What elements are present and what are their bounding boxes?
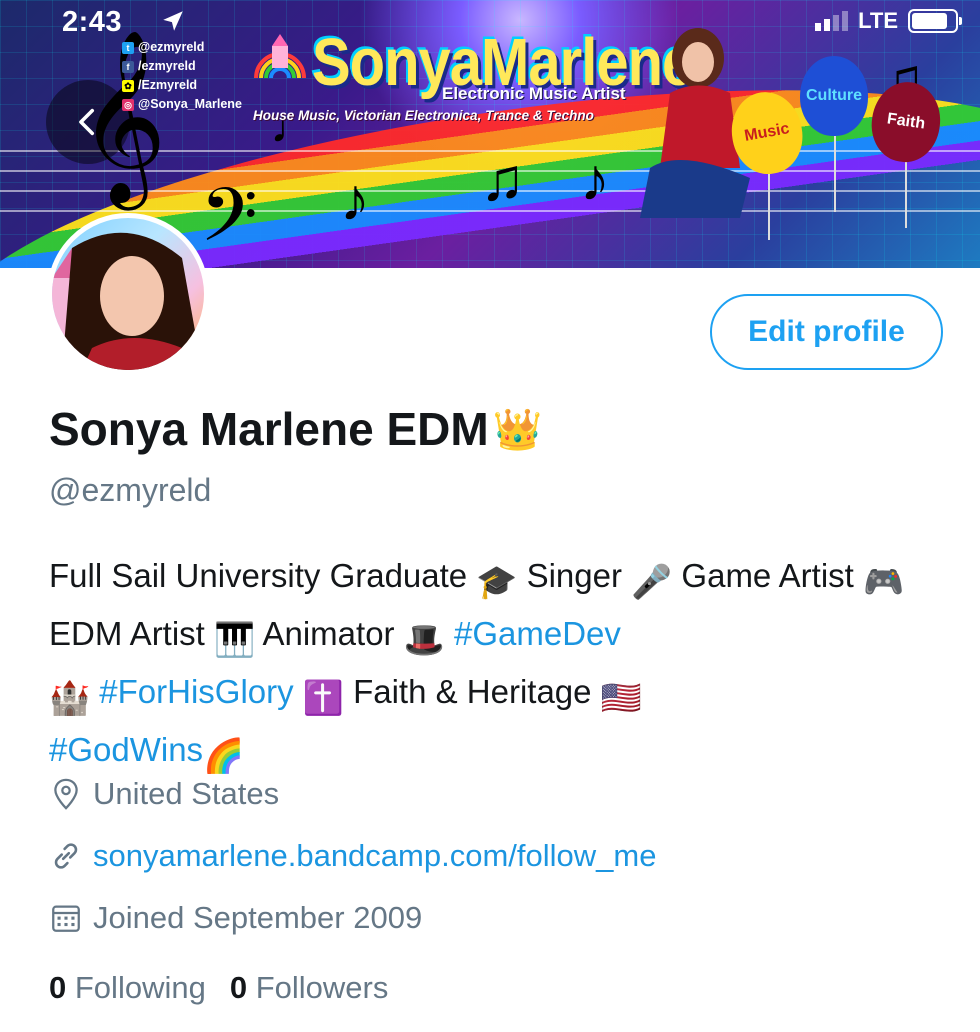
balloon-string <box>905 158 907 228</box>
snapchat-icon: ✿ <box>122 79 134 92</box>
bio-text: EDM Artist <box>49 615 205 652</box>
banner-genres: House Music, Victorian Electronica, Tran… <box>253 108 594 123</box>
banner-subtitle: Electronic Music Artist <box>442 84 626 103</box>
profile-bio: Full Sail University Graduate 🎓 Singer 🎤… <box>49 550 949 782</box>
website-link[interactable]: sonyamarlene.bandcamp.com/follow_me <box>93 838 656 874</box>
link-icon <box>54 843 78 869</box>
back-button[interactable] <box>46 80 130 164</box>
castle-icon: 🏰 <box>49 679 91 716</box>
bio-text: Artist <box>778 557 854 594</box>
graduation-cap-icon: 🎓 <box>476 563 518 600</box>
twitter-icon: t <box>122 41 134 54</box>
top-hat-icon: 🎩 <box>403 621 445 658</box>
followers-label: Followers <box>255 970 389 1005</box>
profile-location: United States <box>49 776 279 812</box>
signal-strength-icon <box>815 11 849 31</box>
social-row: ✿ /Ezmyreld <box>122 76 242 95</box>
balloon-string <box>768 170 770 240</box>
social-row: t @ezmyreld <box>122 38 242 57</box>
bio-text: Faith & Heritage <box>353 673 592 710</box>
bio-text: Full Sail University Graduate <box>49 557 468 594</box>
following-link[interactable]: 0 Following <box>49 970 206 1006</box>
battery-level <box>912 13 948 29</box>
profile-display-name: Sonya Marlene EDM 👑 <box>49 402 543 456</box>
piano-keyboard-icon: 🎹 <box>214 621 256 658</box>
bio-text: Singer <box>526 557 622 594</box>
banner-social-handles: t @ezmyreld f/ezmyreld ✿ /Ezmyreld ◎ @Sonya… <box>122 38 242 114</box>
game-controller-icon: 🎮 <box>863 563 905 600</box>
music-note-icon: ♪ <box>580 146 610 213</box>
following-count: 0 <box>49 970 67 1005</box>
follow-stats: 0 Following 0 Followers <box>49 970 388 1006</box>
battery-icon <box>908 9 962 33</box>
balloon-label: Culture <box>806 87 862 104</box>
microphone-icon: 🎤 <box>631 563 673 600</box>
instagram-icon: ◎ <box>122 98 134 111</box>
rainbow-icon: 🌈 <box>203 737 245 774</box>
bio-text: Game <box>681 557 772 594</box>
status-time: 2:43 <box>62 6 123 38</box>
joined-text: Joined September 2009 <box>93 900 423 935</box>
social-row: f/ezmyreld <box>122 57 242 76</box>
network-label: LTE <box>858 8 898 33</box>
location-pin-icon <box>54 778 78 810</box>
followers-count: 0 <box>229 970 248 1005</box>
avatar-image <box>52 232 202 370</box>
followers-link[interactable]: 0 Followers <box>230 970 389 1006</box>
chevron-left-icon <box>79 108 95 136</box>
status-indicators: LTE <box>815 8 962 34</box>
balloon-string <box>834 132 836 212</box>
music-note-icon: ♫ <box>480 146 525 213</box>
balloon-label: Music <box>743 120 791 145</box>
hashtag-link[interactable]: #ForHisGlory <box>99 673 293 710</box>
location-arrow-icon <box>163 11 183 31</box>
social-handle: @ezmyreld <box>138 40 205 54</box>
calendar-icon <box>52 905 80 932</box>
crown-icon: 👑 <box>492 407 543 452</box>
us-flag-icon: 🇺🇸 <box>600 679 642 716</box>
castle-rainbow-icon <box>254 34 306 79</box>
balloon-culture: Culture <box>800 56 868 136</box>
bass-clef-icon: 𝄢 <box>200 175 258 268</box>
social-row: ◎ @Sonya_Marlene <box>122 95 242 114</box>
hashtag-link[interactable]: #GodWins <box>49 731 203 768</box>
facebook-icon: f <box>122 60 134 73</box>
location-text: United States <box>93 776 280 811</box>
following-label: Following <box>74 970 206 1005</box>
profile-website: sonyamarlene.bandcamp.com/follow_me <box>49 838 656 874</box>
bio-text: Animator <box>262 615 395 652</box>
profile-handle: @ezmyreld <box>49 472 212 508</box>
social-handle: /Ezmyreld <box>138 78 198 92</box>
profile-joined: Joined September 2009 <box>49 900 422 936</box>
social-handle: @Sonya_Marlene <box>138 97 242 111</box>
cross-icon: ✝️ <box>302 679 344 716</box>
social-handle: /ezmyreld <box>138 59 196 73</box>
edit-profile-button[interactable]: Edit profile <box>710 294 943 370</box>
music-note-icon: ♪ <box>340 166 370 233</box>
display-name-text: Sonya Marlene EDM <box>49 403 489 455</box>
balloon-label: Faith <box>885 110 927 133</box>
profile-avatar[interactable] <box>47 213 209 375</box>
hashtag-link[interactable]: #GameDev <box>454 615 621 652</box>
